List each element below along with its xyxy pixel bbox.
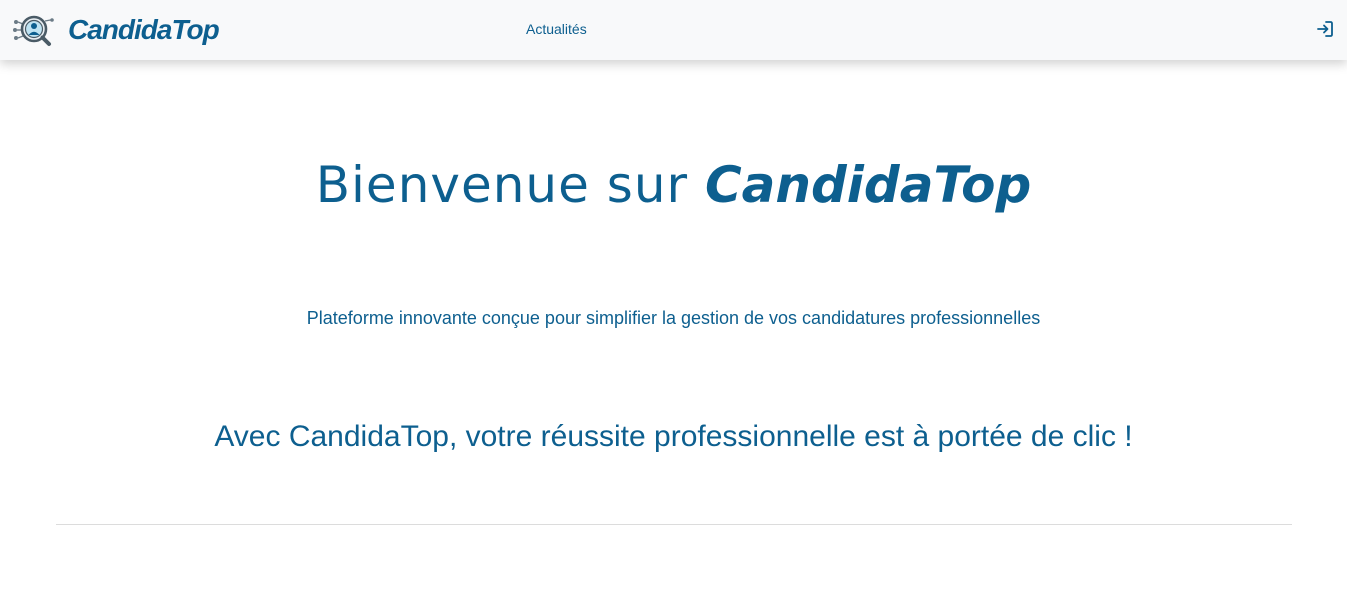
- brand-home-link[interactable]: CandidaTop: [12, 12, 220, 48]
- login-arrow-icon[interactable]: [1315, 19, 1335, 39]
- magnifier-candidate-icon: [13, 15, 54, 46]
- top-navbar: CandidaTop Actualités: [0, 0, 1347, 60]
- hero-title-prefix: Bienvenue sur: [315, 156, 705, 214]
- main-content: Bienvenue sur CandidaTop Plateforme inno…: [0, 60, 1347, 595]
- hero-title-brand: CandidaTop: [704, 156, 1032, 214]
- brand-name: CandidaTop: [68, 14, 220, 45]
- nav-link-actualites[interactable]: Actualités: [526, 20, 587, 38]
- hero-title: Bienvenue sur CandidaTop: [0, 154, 1347, 216]
- hero-subtitle: Plateforme innovante conçue pour simplif…: [306, 308, 1041, 328]
- hero-tagline: Avec CandidaTop, votre réussite professi…: [214, 420, 1133, 453]
- section-divider: [56, 524, 1292, 525]
